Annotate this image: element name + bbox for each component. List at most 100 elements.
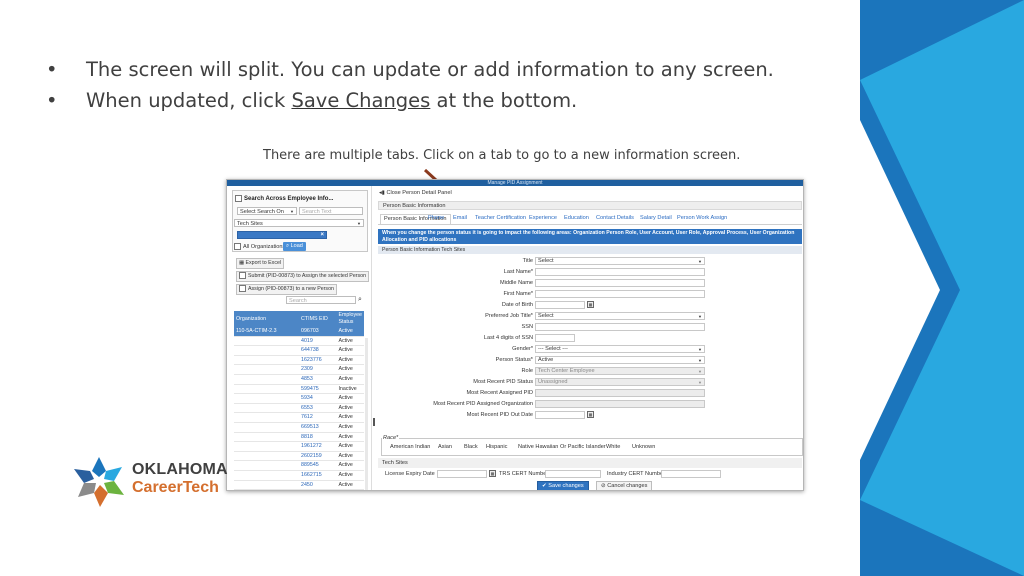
save-changes-button[interactable]: ✔ Save changes bbox=[537, 481, 589, 490]
table-row[interactable]: 4019 Active bbox=[234, 336, 364, 347]
field-input[interactable] bbox=[535, 290, 705, 298]
field-value: Select bbox=[538, 258, 554, 264]
field-input[interactable] bbox=[535, 301, 585, 309]
column-header[interactable]: Employee Status bbox=[336, 311, 364, 327]
table-row[interactable]: 2309 Active bbox=[234, 364, 364, 375]
tab-email[interactable]: Email bbox=[453, 214, 467, 223]
search-icon[interactable]: ⌕ bbox=[358, 296, 362, 304]
status-cell: Active bbox=[336, 327, 364, 337]
trs-cert-input[interactable] bbox=[545, 470, 601, 478]
table-row[interactable]: 669513 Active bbox=[234, 422, 364, 433]
table-row[interactable]: 8818 Active bbox=[234, 432, 364, 443]
column-header[interactable]: CTIMS EID bbox=[299, 311, 337, 327]
clear-filter-icon[interactable]: × bbox=[320, 232, 324, 238]
license-expiry-input[interactable] bbox=[437, 470, 487, 478]
field-select[interactable]: Select ▼ bbox=[535, 257, 705, 265]
chevron-down-icon: ▼ bbox=[290, 209, 294, 214]
column-header[interactable]: Organization bbox=[234, 311, 300, 327]
form-row: Most Recent PID Out Date ▦ bbox=[377, 410, 803, 420]
race-option[interactable]: White bbox=[606, 444, 620, 450]
race-option[interactable]: Hispanic bbox=[486, 444, 507, 450]
splitter-handle[interactable] bbox=[373, 418, 375, 426]
table-row[interactable]: 889545 Active bbox=[234, 460, 364, 471]
table-row[interactable]: 1662715 Active bbox=[234, 470, 364, 481]
site-select[interactable]: Tech Sites ▼ bbox=[234, 219, 364, 227]
table-row[interactable]: 110-5A-CTIM-2.3 096703 Active bbox=[234, 327, 364, 337]
chevron-down-icon: ▼ bbox=[698, 347, 702, 352]
search-on-select[interactable]: Select Search On ▼ bbox=[237, 207, 297, 215]
table-row[interactable]: 1961272 Active bbox=[234, 441, 364, 452]
table-row[interactable]: 2450 Active bbox=[234, 480, 364, 490]
form-row: Last Name* bbox=[377, 267, 803, 277]
table-row[interactable]: 7612 Active bbox=[234, 412, 364, 423]
tab-contact-details[interactable]: Contact Details bbox=[596, 214, 634, 223]
field-input[interactable] bbox=[535, 268, 705, 276]
field-input[interactable] bbox=[535, 411, 585, 419]
search-on-value: Select Search On bbox=[240, 209, 284, 215]
field-input[interactable] bbox=[535, 279, 705, 287]
cancel-changes-button[interactable]: ⊘ Cancel changes bbox=[596, 481, 653, 490]
table-row[interactable]: 2602159 Active bbox=[234, 451, 364, 462]
table-row[interactable]: 16816Active bbox=[234, 489, 364, 490]
table-row[interactable]: 5934 Active bbox=[234, 393, 364, 404]
checkbox-icon bbox=[239, 272, 246, 280]
chevron-down-icon: ▼ bbox=[698, 259, 702, 264]
load-button[interactable]: ⌕ Load bbox=[283, 242, 306, 251]
org-cell bbox=[234, 412, 300, 423]
assign-pid-button[interactable]: Assign (PID-00873) to a new Person bbox=[236, 284, 337, 295]
field-select[interactable]: --- Select --- ▼ bbox=[535, 345, 705, 353]
export-excel-button[interactable]: ▦ Export to Excel bbox=[236, 258, 285, 269]
eid-cell: 1961272 bbox=[299, 441, 337, 452]
eid-cell: 8818 bbox=[299, 432, 337, 443]
calendar-icon[interactable]: ▦ bbox=[489, 470, 496, 477]
industry-cert-input[interactable] bbox=[661, 470, 721, 478]
table-row[interactable]: 1623776 Active bbox=[234, 355, 364, 366]
form-row: Middle Name bbox=[377, 278, 803, 288]
calendar-icon[interactable]: ▦ bbox=[587, 411, 594, 418]
field-label: Most Recent PID Assigned Organization bbox=[433, 401, 533, 407]
status-cell: Active bbox=[336, 422, 364, 433]
race-option[interactable]: Asian bbox=[438, 444, 452, 450]
eid-cell: 889545 bbox=[299, 460, 337, 471]
field-value: --- Select --- bbox=[538, 346, 568, 352]
race-label: Race* bbox=[382, 435, 400, 441]
table-row[interactable]: 6553 Active bbox=[234, 403, 364, 414]
field-select[interactable]: Select ▼ bbox=[535, 312, 705, 320]
tab-education[interactable]: Education bbox=[564, 214, 589, 223]
search-title-row[interactable]: Search Across Employee Info... bbox=[235, 195, 333, 202]
tab-salary-detail[interactable]: Salary Detail bbox=[640, 214, 672, 223]
all-orgs-row[interactable]: All Organizations bbox=[234, 243, 285, 250]
bullet-marker: • bbox=[46, 89, 58, 112]
table-search-input[interactable]: Search bbox=[286, 296, 356, 304]
org-cell bbox=[234, 460, 300, 471]
all-orgs-checkbox[interactable] bbox=[234, 243, 241, 250]
race-option[interactable]: Native Hawaiian Or Pacific Islander bbox=[518, 444, 606, 450]
chevron-down-icon: ▼ bbox=[698, 380, 702, 385]
tab-teacher-certification[interactable]: Teacher Certification bbox=[475, 214, 526, 223]
search-text-input[interactable]: Search Text bbox=[299, 207, 363, 215]
field-select[interactable]: Active ▼ bbox=[535, 356, 705, 364]
race-option[interactable]: American Indian bbox=[390, 444, 430, 450]
field-input[interactable] bbox=[535, 334, 575, 342]
race-option[interactable]: Unknown bbox=[632, 444, 655, 450]
site-value: Tech Sites bbox=[237, 221, 263, 227]
search-across-checkbox[interactable] bbox=[235, 195, 242, 202]
tab-experience[interactable]: Experience bbox=[529, 214, 557, 223]
table-row[interactable]: 4853 Active bbox=[234, 374, 364, 385]
bullet-item: • The screen will split. You can update … bbox=[40, 54, 774, 85]
tab-phone[interactable]: Phone bbox=[428, 214, 444, 223]
tab-person-work-assign[interactable]: Person Work Assign bbox=[677, 214, 727, 223]
race-option[interactable]: Black bbox=[464, 444, 478, 450]
right-accent-band bbox=[860, 0, 1024, 576]
field-input[interactable] bbox=[535, 323, 705, 331]
save-changes-highlight: Save Changes bbox=[291, 89, 431, 112]
table-row[interactable]: 644738 Active bbox=[234, 345, 364, 356]
table-scrollbar[interactable] bbox=[365, 338, 368, 490]
close-detail-button[interactable]: ◂▮ Close Person Detail Panel bbox=[379, 189, 452, 198]
calendar-icon[interactable]: ▦ bbox=[587, 301, 594, 308]
table-row[interactable]: 599475 Inactive bbox=[234, 384, 364, 395]
submit-pid-button[interactable]: Submit (PID-00873) to Assign the selecte… bbox=[236, 271, 370, 282]
eid-cell: 5934 bbox=[299, 393, 337, 404]
status-cell: Active bbox=[336, 355, 364, 366]
industry-cert-label: Industry CERT Number bbox=[607, 471, 665, 477]
